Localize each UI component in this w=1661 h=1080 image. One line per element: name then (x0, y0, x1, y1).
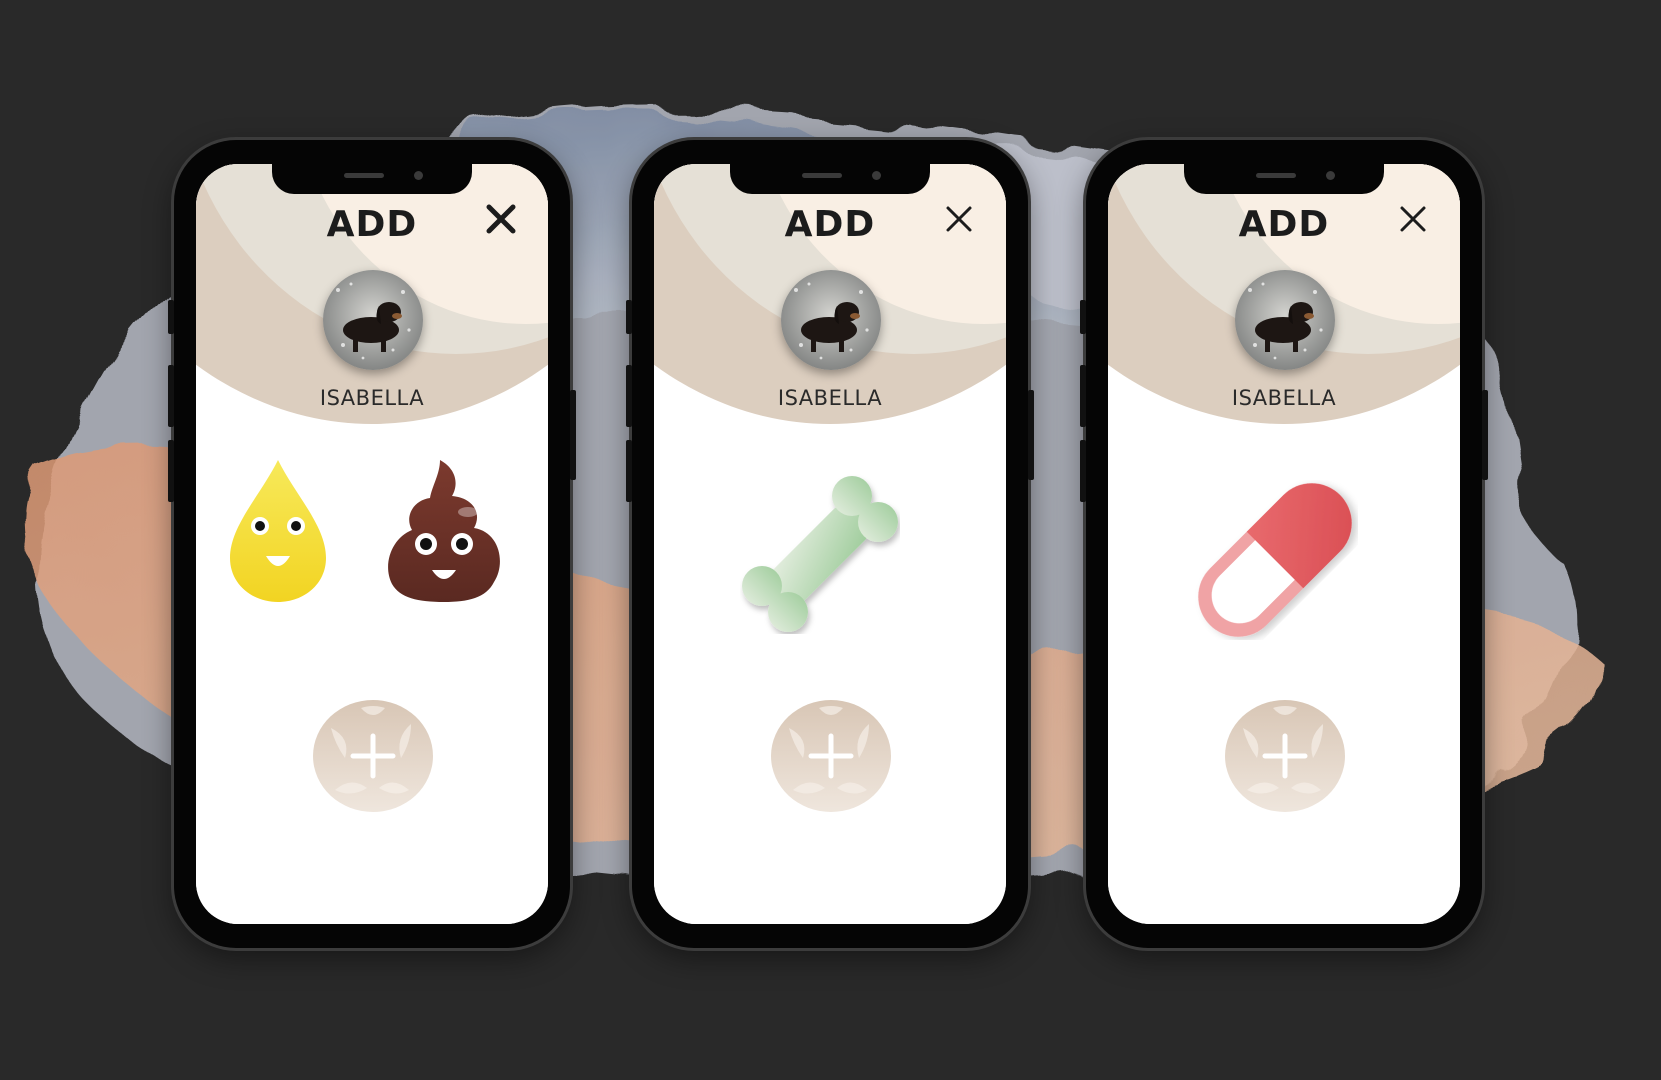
pet-name: ISABELLA (319, 386, 425, 410)
pet-avatar[interactable] (1235, 270, 1335, 370)
close-icon[interactable] (940, 200, 978, 238)
pet-avatar[interactable] (781, 270, 881, 370)
close-icon[interactable] (482, 200, 520, 238)
pee-drop-icon[interactable] (226, 456, 330, 604)
phone-notch (272, 164, 472, 194)
add-button[interactable] (1223, 698, 1347, 814)
phone-frame-3: ADD ISABELLA (1080, 140, 1488, 948)
add-button[interactable] (311, 698, 435, 814)
phone-frame-1: ADD ISABELLA (168, 140, 576, 948)
phone-frame-2: ADD ISABELLA (626, 140, 1034, 948)
pet-avatar[interactable] (323, 270, 423, 370)
add-button[interactable] (769, 698, 893, 814)
phone-notch (730, 164, 930, 194)
app-screen-2: ADD ISABELLA (654, 164, 1006, 924)
poop-icon[interactable] (382, 456, 508, 606)
app-screen-3: ADD ISABELLA (1108, 164, 1460, 924)
pet-name: ISABELLA (777, 386, 883, 410)
app-screen-1: ADD ISABELLA (196, 164, 548, 924)
close-icon[interactable] (1394, 200, 1432, 238)
pet-name: ISABELLA (1231, 386, 1337, 410)
pill-icon[interactable] (1192, 480, 1358, 640)
bone-icon[interactable] (740, 474, 900, 634)
phone-notch (1184, 164, 1384, 194)
